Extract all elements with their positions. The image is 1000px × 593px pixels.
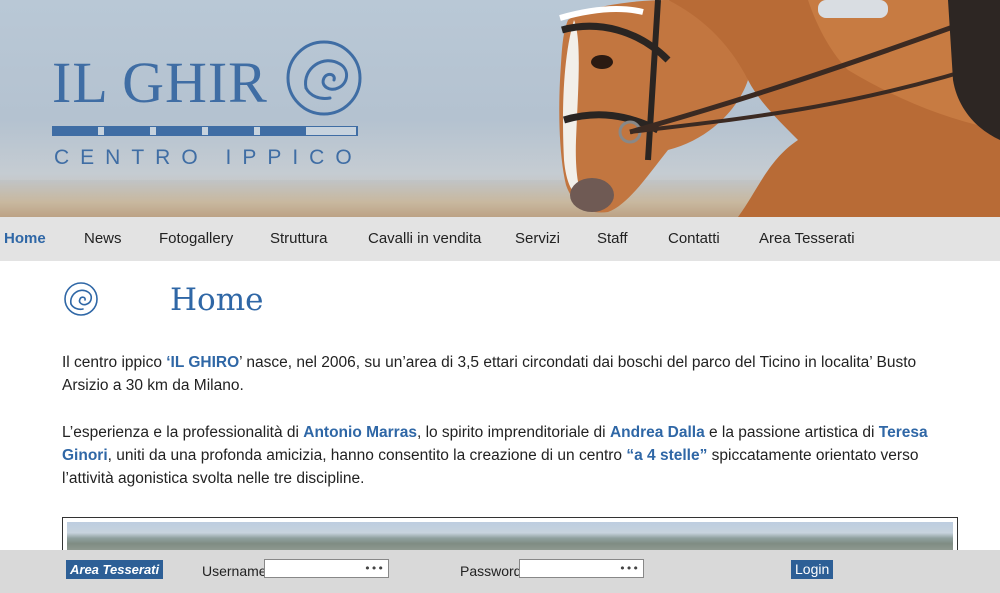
dormouse-logo-icon xyxy=(286,40,362,116)
logo-subtitle: CENTRO IPPICO xyxy=(54,146,363,169)
intro-paragraph: Il centro ippico ‘IL GHIRO’ nasce, nel 2… xyxy=(62,351,952,397)
horse-photo xyxy=(559,0,1000,217)
text-fragment: L’esperienza e la professionalità di xyxy=(62,424,304,441)
site-header: IL GHIR CENTRO IPPICO xyxy=(0,0,1000,217)
username-label: Username xyxy=(202,563,267,579)
logo-stripes xyxy=(52,126,358,136)
highlight-4-stelle: “a 4 stelle” xyxy=(626,447,708,464)
password-input[interactable]: ••• xyxy=(519,559,644,578)
nav-cavalli-in-vendita[interactable]: Cavalli in vendita xyxy=(368,217,481,261)
login-button[interactable]: Login xyxy=(791,560,834,579)
nav-home[interactable]: Home xyxy=(4,217,46,261)
text-fragment: , lo spirito imprenditoriale di xyxy=(416,424,610,441)
nav-servizi[interactable]: Servizi xyxy=(515,217,560,261)
logo-title: IL GHIR xyxy=(52,50,268,115)
site-logo[interactable]: IL GHIR CENTRO IPPICO xyxy=(52,40,372,170)
text-fragment: Il centro ippico xyxy=(62,354,167,371)
nav-news[interactable]: News xyxy=(84,217,122,261)
text-fragment: , uniti da una profonda amicizia, hanno … xyxy=(107,447,627,464)
text-fragment: e la passione artistica di xyxy=(704,424,879,441)
nav-staff[interactable]: Staff xyxy=(597,217,628,261)
area-tesserati-badge: Area Tesserati xyxy=(66,560,164,579)
username-input[interactable]: ••• xyxy=(264,559,389,578)
nav-area-tesserati[interactable]: Area Tesserati xyxy=(759,217,855,261)
login-bar: Area Tesserati Username ••• Password •••… xyxy=(0,550,1000,593)
founders-paragraph: L’esperienza e la professionalità di Ant… xyxy=(62,421,952,490)
nav-struttura[interactable]: Struttura xyxy=(270,217,328,261)
highlight-il-ghiro: ‘IL GHIRO xyxy=(166,354,240,371)
dormouse-icon xyxy=(64,282,98,316)
nav-fotogallery[interactable]: Fotogallery xyxy=(159,217,233,261)
nav-contatti[interactable]: Contatti xyxy=(668,217,720,261)
main-nav: Home News Fotogallery Struttura Cavalli … xyxy=(0,217,1000,261)
page-title: Home xyxy=(170,282,264,318)
password-label: Password xyxy=(460,563,522,579)
highlight-antonio-marras: Antonio Marras xyxy=(303,424,417,441)
highlight-andrea-dalla: Andrea Dalla xyxy=(609,424,705,441)
